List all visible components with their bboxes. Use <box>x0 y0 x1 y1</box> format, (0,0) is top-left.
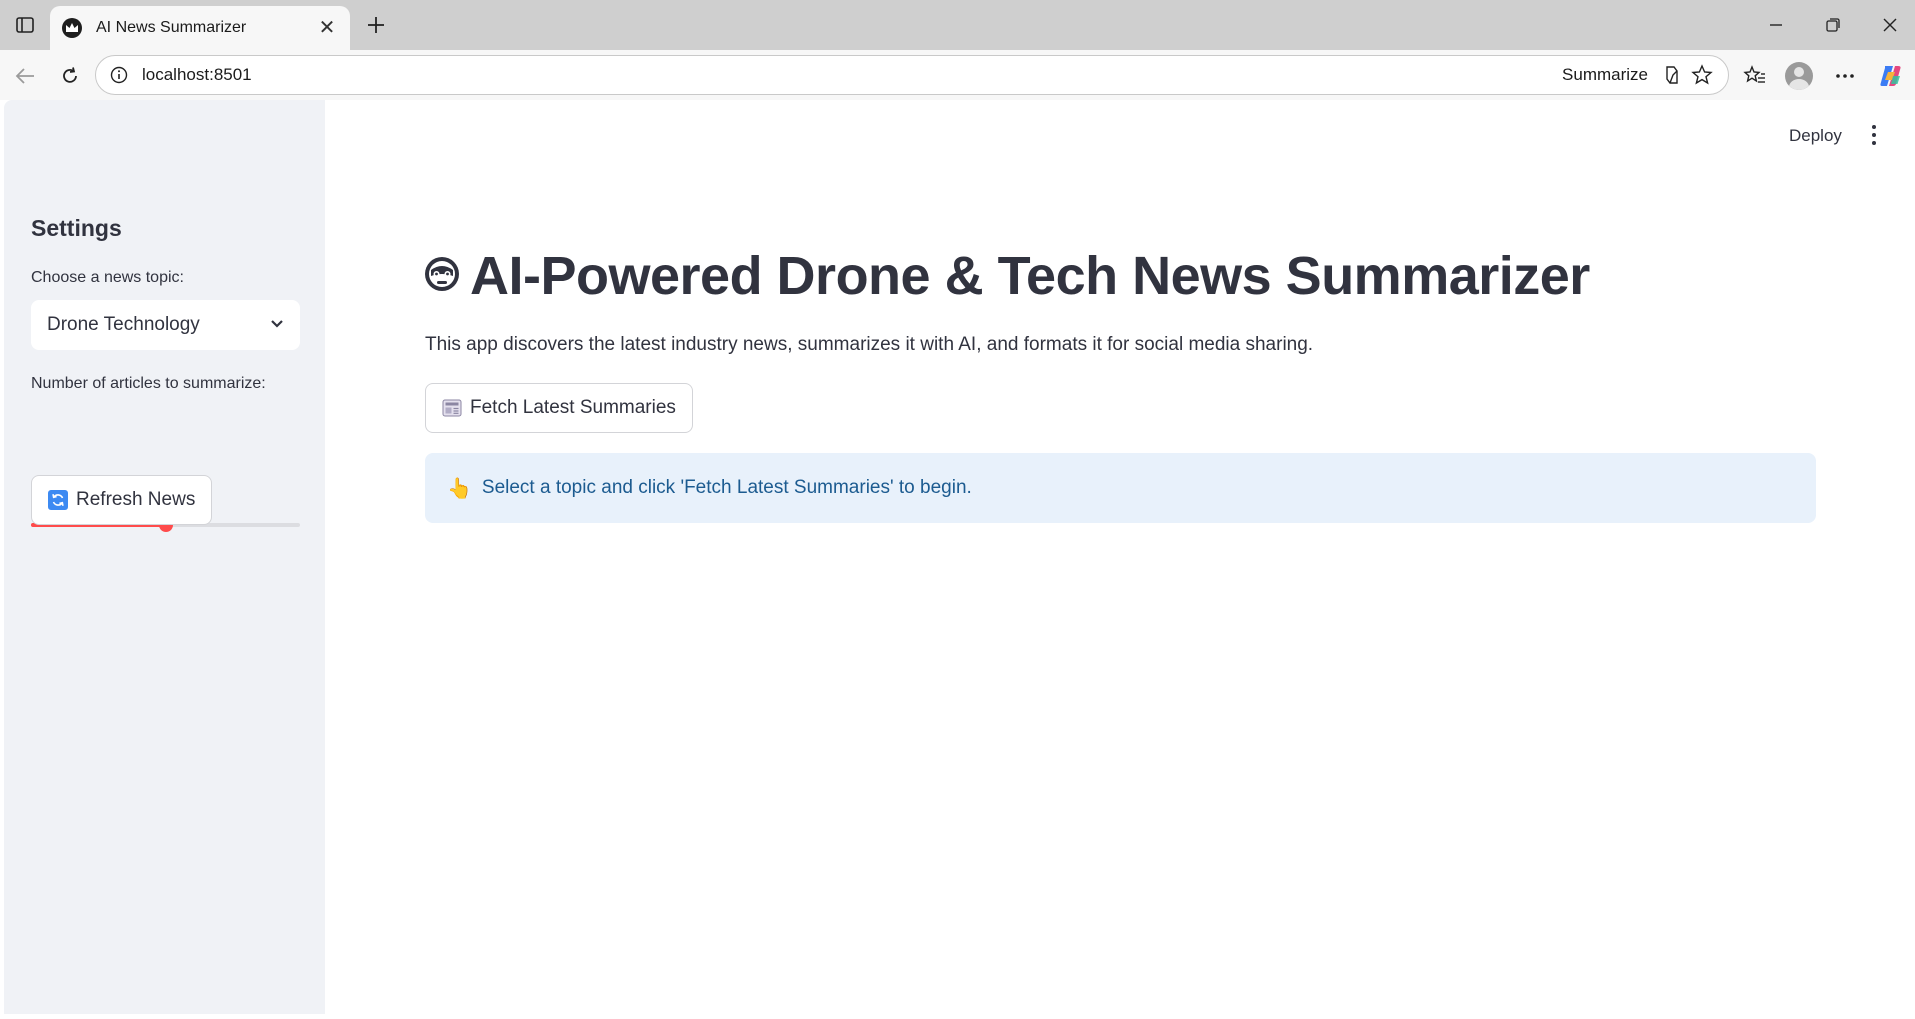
more-options-icon[interactable] <box>1830 61 1860 91</box>
profile-avatar[interactable] <box>1784 61 1814 91</box>
pointing-hand-icon: 👆 <box>447 477 472 500</box>
tab-actions-icon[interactable] <box>12 13 38 37</box>
chevron-down-icon <box>270 316 284 334</box>
topic-select-value: Drone Technology <box>47 314 200 335</box>
main-menu-icon[interactable] <box>1864 123 1884 147</box>
newspaper-icon <box>442 399 462 417</box>
address-bar[interactable]: localhost:8501 Summarize <box>95 55 1729 95</box>
new-tab-icon[interactable] <box>362 11 390 39</box>
refresh-icon <box>48 490 68 510</box>
fetch-summaries-button[interactable]: Fetch Latest Summaries <box>425 383 693 433</box>
refresh-news-label: Refresh News <box>76 489 196 510</box>
sidebar: Settings Choose a news topic: Drone Tech… <box>4 100 325 1014</box>
refresh-news-button[interactable]: Refresh News <box>31 475 213 525</box>
copilot-icon[interactable] <box>1876 61 1906 91</box>
topic-label: Choose a news topic: <box>31 269 184 286</box>
streamlit-crown-icon <box>62 18 82 38</box>
address-url[interactable]: localhost:8501 <box>142 65 1562 85</box>
restore-icon[interactable] <box>1819 12 1847 38</box>
tab-close-icon[interactable]: ✕ <box>316 18 338 38</box>
fetch-summaries-label: Fetch Latest Summaries <box>470 397 676 418</box>
window-close-icon[interactable] <box>1876 12 1904 38</box>
deploy-button[interactable]: Deploy <box>1789 126 1842 146</box>
page-description: This app discovers the latest industry n… <box>425 334 1314 355</box>
sidebar-title: Settings <box>31 215 122 241</box>
browser-tab-active[interactable]: AI News Summarizer ✕ <box>50 6 350 50</box>
back-arrow-icon[interactable] <box>11 62 39 90</box>
browser-tabstrip: AI News Summarizer ✕ <box>0 0 1915 50</box>
favorite-star-icon[interactable] <box>1688 61 1716 89</box>
copilot-summarize-icon[interactable] <box>1658 61 1686 89</box>
favorites-icon[interactable] <box>1740 61 1770 91</box>
browser-toolbar: localhost:8501 Summarize <box>0 50 1915 100</box>
summarize-button[interactable]: Summarize <box>1562 65 1648 85</box>
info-alert-text: Select a topic and click 'Fetch Latest S… <box>481 477 972 498</box>
reload-icon[interactable] <box>56 62 84 90</box>
app-viewport: Settings Choose a news topic: Drone Tech… <box>4 100 1915 1014</box>
tab-title: AI News Summarizer <box>96 19 247 36</box>
robot-face-icon <box>422 254 462 299</box>
article-count-label: Number of articles to summarize: <box>31 375 266 392</box>
page-title-text: AI-Powered Drone & Tech News Summarizer <box>470 246 1590 306</box>
avatar <box>1785 62 1813 90</box>
info-alert: 👆 Select a topic and click 'Fetch Latest… <box>425 453 1816 523</box>
topic-select[interactable]: Drone Technology <box>31 300 300 350</box>
page-title: AI-Powered Drone & Tech News Summarizer <box>422 245 1590 307</box>
site-info-icon[interactable] <box>108 64 130 86</box>
minimize-icon[interactable] <box>1762 12 1790 38</box>
